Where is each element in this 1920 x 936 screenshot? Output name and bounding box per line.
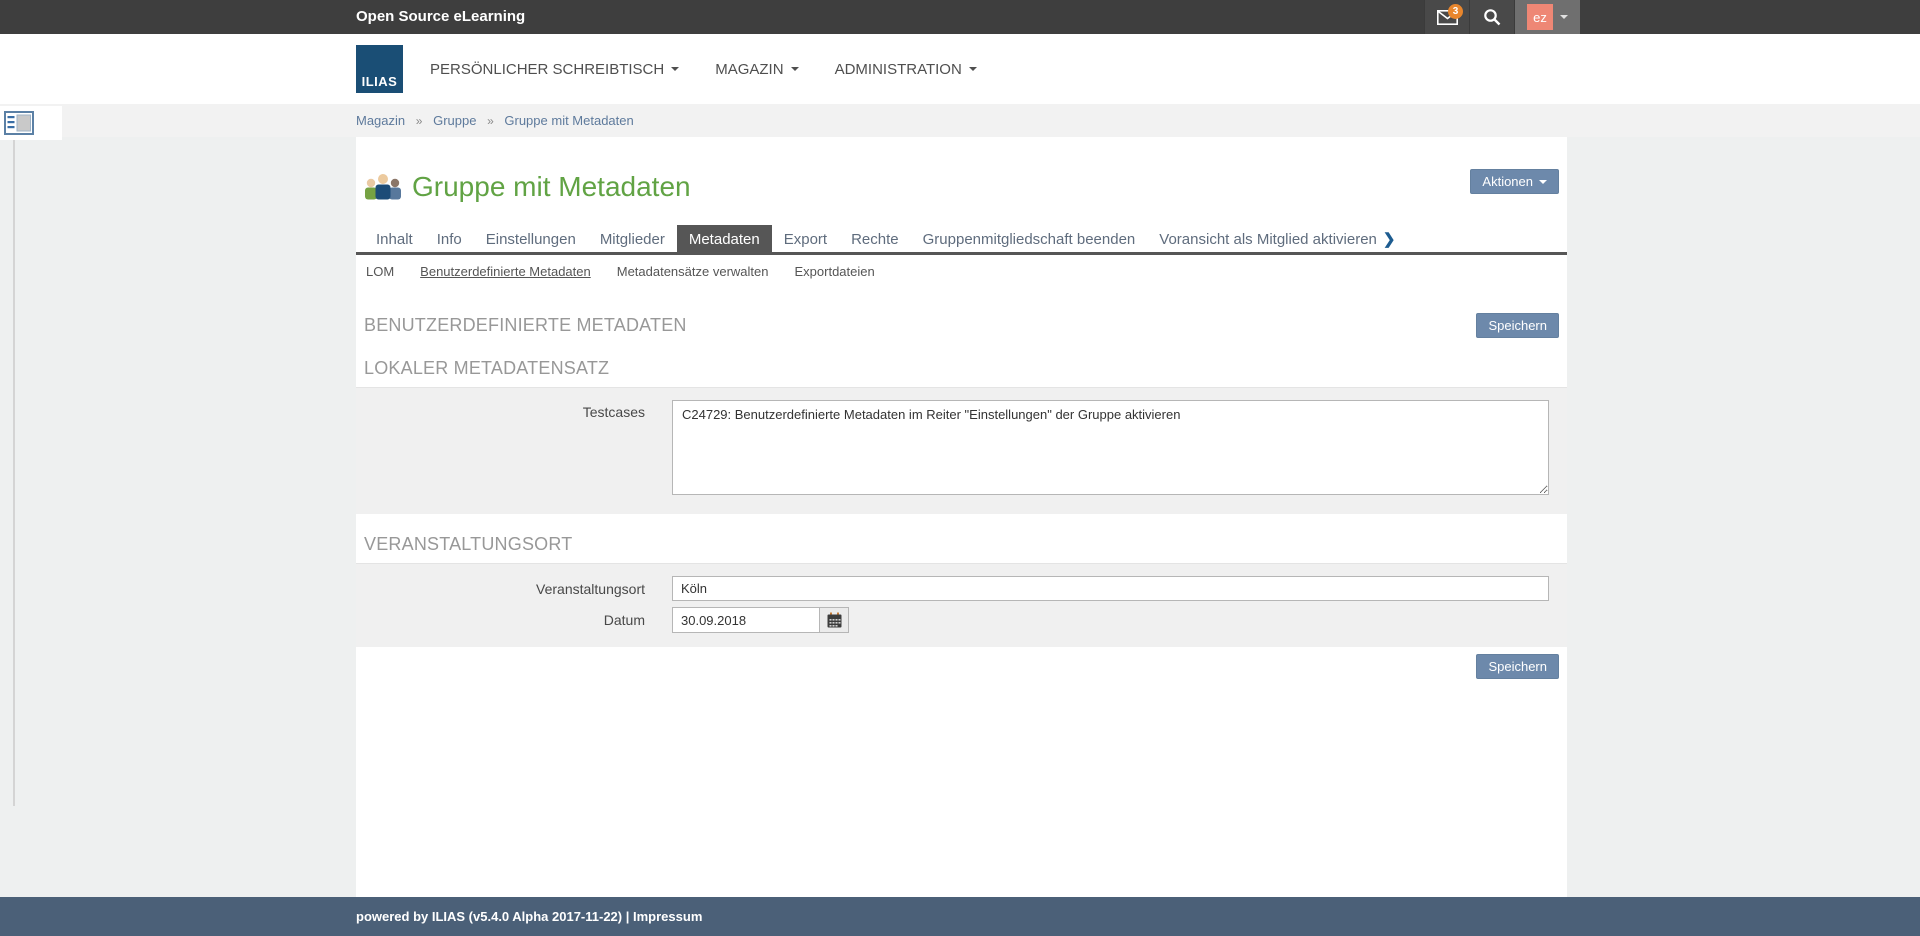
impressum-link[interactable]: Impressum <box>633 909 702 924</box>
form-heading: BENUTZERDEFINIERTE METADATEN <box>364 315 687 336</box>
section-heading-lokaler-metadatensatz: LOKALER METADATENSATZ <box>364 358 1559 379</box>
tree-toggle-box <box>0 106 62 140</box>
actions-button[interactable]: Aktionen <box>1470 169 1559 194</box>
user-menu-button[interactable]: ez <box>1514 0 1580 34</box>
form-header-row: BENUTZERDEFINIERTE METADATEN Speichern <box>364 313 1559 338</box>
ilias-logo[interactable]: ILIAS <box>356 45 403 93</box>
form-row-testcases: Testcases C24729: Benutzerdefinierte Met… <box>356 400 1549 500</box>
main-content: Gruppe mit Metadaten Aktionen Inhalt Inf… <box>356 137 1567 897</box>
top-bar: Open Source eLearning 3 ez <box>0 0 1920 34</box>
chevron-down-icon <box>1539 180 1547 184</box>
testcases-textarea[interactable]: C24729: Benutzerdefinierte Metadaten im … <box>672 400 1549 495</box>
datepicker-button[interactable] <box>820 607 849 633</box>
tab-metadaten[interactable]: Metadaten <box>677 225 772 252</box>
section-heading-veranstaltungsort: VERANSTALTUNGSORT <box>364 534 1559 555</box>
footer-powered-by: powered by ILIAS (v5.4.0 Alpha 2017-11-2… <box>356 909 622 924</box>
form-row-datum: Datum <box>356 607 1549 633</box>
tab-gruppenmitgliedschaft-beenden[interactable]: Gruppenmitgliedschaft beenden <box>911 225 1148 252</box>
testcases-label: Testcases <box>356 400 645 420</box>
veranstaltungsort-input[interactable] <box>672 576 1549 601</box>
subtab-lom[interactable]: LOM <box>366 264 394 279</box>
tab-bar: Inhalt Info Einstellungen Mitglieder Met… <box>356 225 1567 255</box>
subtab-bar: LOM Benutzerdefinierte Metadaten Metadat… <box>356 255 1567 287</box>
datum-label: Datum <box>356 612 645 628</box>
tab-export[interactable]: Export <box>772 225 839 252</box>
chevron-right-icon: ❯ <box>1383 230 1396 248</box>
subtab-exportdateien[interactable]: Exportdateien <box>795 264 875 279</box>
breadcrumb: Magazin » Gruppe » Gruppe mit Metadaten <box>356 104 1920 138</box>
tab-einstellungen[interactable]: Einstellungen <box>474 225 588 252</box>
page-title: Gruppe mit Metadaten <box>412 171 691 203</box>
form-block-lokaler-metadatensatz: Testcases C24729: Benutzerdefinierte Met… <box>356 387 1567 514</box>
datum-input[interactable] <box>672 607 820 633</box>
main-nav: PERSÖNLICHER SCHREIBTISCH MAGAZIN ADMINI… <box>430 61 977 78</box>
mail-button[interactable]: 3 <box>1424 0 1469 34</box>
breadcrumb-magazin[interactable]: Magazin <box>356 113 405 128</box>
breadcrumb-bar: Magazin » Gruppe » Gruppe mit Metadaten <box>0 104 1920 137</box>
subtab-benutzerdefinierte-metadaten[interactable]: Benutzerdefinierte Metadaten <box>420 264 591 279</box>
breadcrumb-gruppe[interactable]: Gruppe <box>433 113 476 128</box>
nav-item-schreibtisch[interactable]: PERSÖNLICHER SCHREIBTISCH <box>430 61 679 78</box>
chevron-down-icon <box>1560 15 1568 19</box>
save-button-top[interactable]: Speichern <box>1476 313 1559 338</box>
tab-info[interactable]: Info <box>425 225 474 252</box>
nav-item-magazin[interactable]: MAGAZIN <box>715 61 798 78</box>
breadcrumb-gruppe-mit-metadaten[interactable]: Gruppe mit Metadaten <box>504 113 633 128</box>
group-icon <box>364 173 402 202</box>
topbar-icon-group: 3 ez <box>1424 0 1580 34</box>
tab-rechte[interactable]: Rechte <box>839 225 911 252</box>
calendar-icon <box>827 612 842 628</box>
avatar: ez <box>1527 4 1553 30</box>
search-icon <box>1483 8 1501 26</box>
mail-count-badge: 3 <box>1448 4 1463 19</box>
save-button-bottom[interactable]: Speichern <box>1476 654 1559 679</box>
title-row: Gruppe mit Metadaten Aktionen <box>356 137 1567 203</box>
tree-view-toggle-icon[interactable] <box>4 111 34 135</box>
site-title: Open Source eLearning <box>356 0 525 34</box>
search-button[interactable] <box>1469 0 1514 34</box>
chevron-down-icon <box>671 67 679 71</box>
nav-item-administration[interactable]: ADMINISTRATION <box>835 61 977 78</box>
subtab-metadatensaetze-verwalten[interactable]: Metadatensätze verwalten <box>617 264 769 279</box>
form-row-veranstaltungsort: Veranstaltungsort <box>356 576 1549 601</box>
header: ILIAS PERSÖNLICHER SCHREIBTISCH MAGAZIN … <box>0 34 1920 104</box>
tab-inhalt[interactable]: Inhalt <box>364 225 425 252</box>
form-block-veranstaltungsort: Veranstaltungsort Datum <box>356 563 1567 647</box>
tab-mitglieder[interactable]: Mitglieder <box>588 225 677 252</box>
chevron-down-icon <box>791 67 799 71</box>
left-rail-divider <box>13 140 15 806</box>
chevron-down-icon <box>969 67 977 71</box>
veranstaltungsort-label: Veranstaltungsort <box>356 581 645 597</box>
footer: powered by ILIAS (v5.4.0 Alpha 2017-11-2… <box>0 897 1920 936</box>
tab-voransicht-als-mitglied[interactable]: Voransicht als Mitglied aktivieren ❯ <box>1147 225 1407 252</box>
bottom-save-row: Speichern <box>356 654 1559 679</box>
